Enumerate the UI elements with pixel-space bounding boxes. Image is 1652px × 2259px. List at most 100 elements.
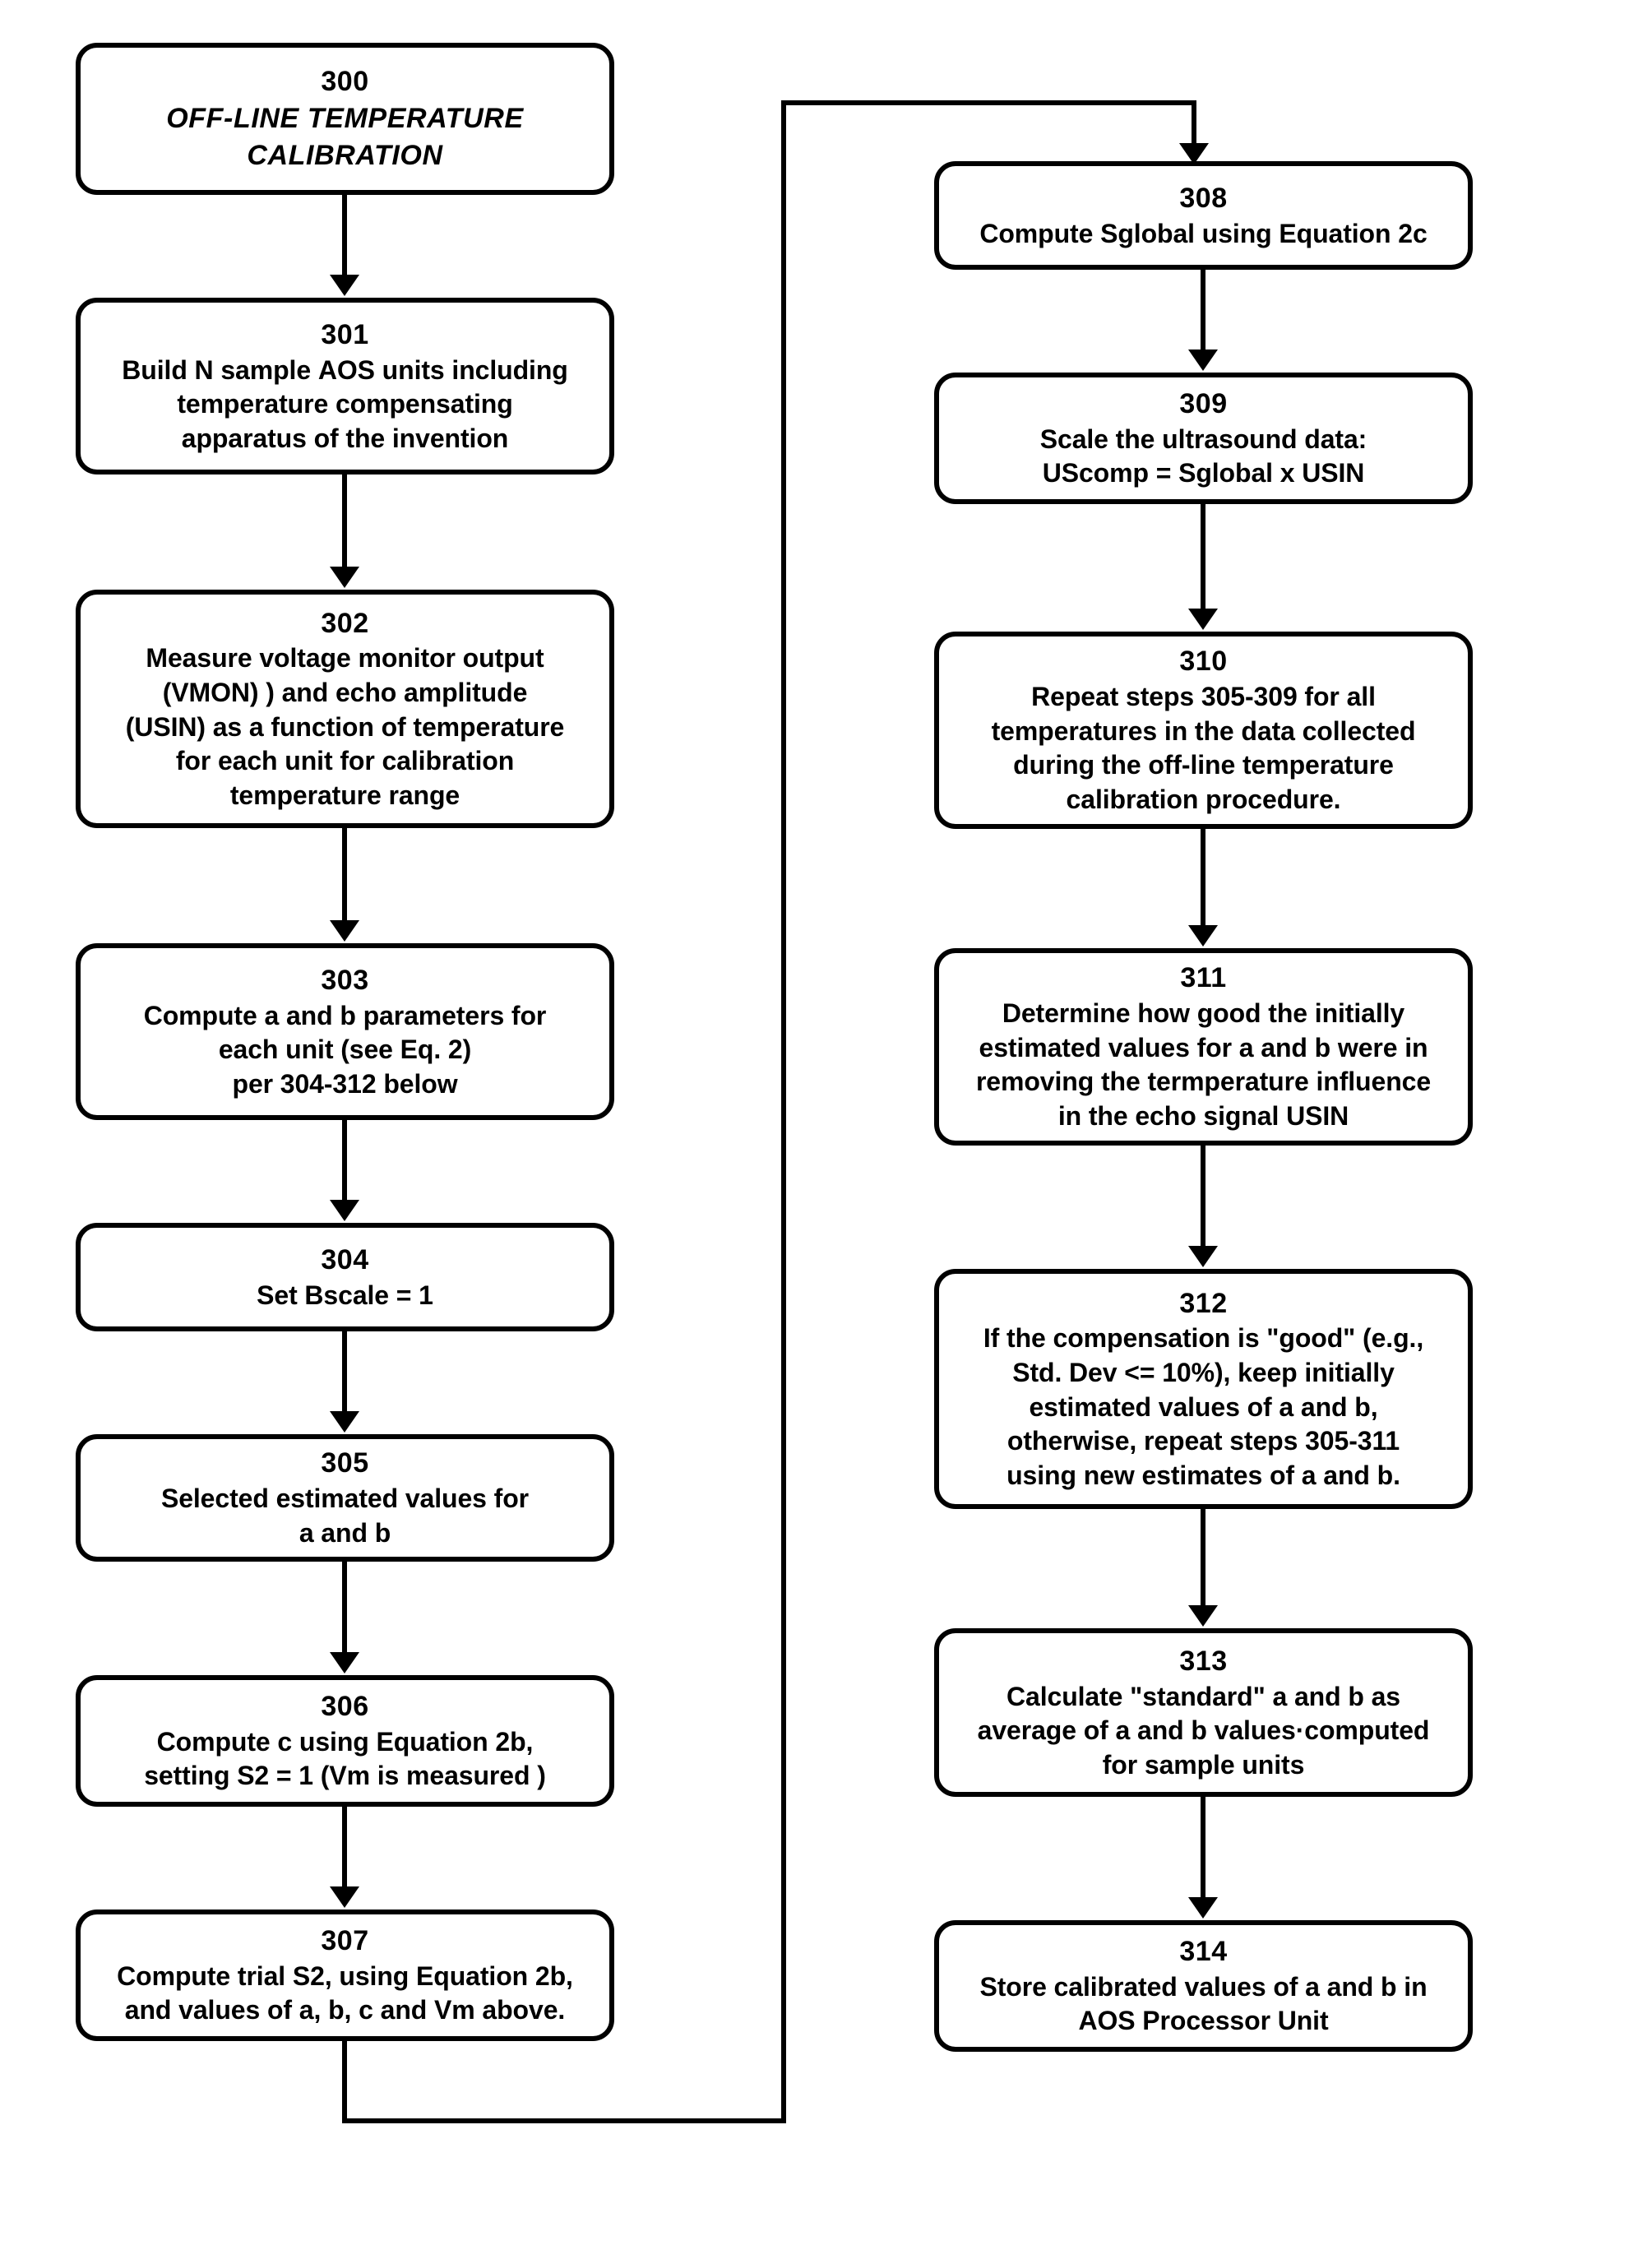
variable-token: b bbox=[1381, 1971, 1397, 2002]
variable-token: c bbox=[359, 1995, 373, 2025]
variable-token: Vm bbox=[434, 1995, 475, 2025]
flowchart-node-313[interactable]: 313 Calculate "standard" a and b as avera… bbox=[934, 1628, 1473, 1797]
edge-301-to-302-line bbox=[342, 474, 347, 573]
node-310-text: Repeat steps 305-309 for all temperatures… bbox=[991, 682, 1416, 815]
variable-token: b bbox=[374, 1517, 391, 1548]
flowchart-node-308[interactable]: 308 Compute Sglobal using Equation 2c bbox=[934, 161, 1473, 270]
edge-304-to-305-arrow bbox=[330, 1411, 359, 1433]
edge-310-to-311-arrow bbox=[1188, 925, 1218, 947]
flowchart-node-309[interactable]: 309 Scale the ultrasound data: UScomp = … bbox=[934, 373, 1473, 504]
node-310-number: 310 bbox=[1179, 646, 1228, 678]
flowchart-node-305[interactable]: 305 Selected estimated values for a and b bbox=[76, 1434, 614, 1562]
variable-token: USIN bbox=[134, 711, 197, 742]
edge-307-to-308-seg-enter bbox=[1192, 100, 1196, 150]
variable-token: a bbox=[1301, 1460, 1317, 1490]
edge-307-to-308-seg-right-top bbox=[781, 100, 1196, 105]
edge-304-to-305-line bbox=[342, 1331, 347, 1418]
variable-token: USIN bbox=[1286, 1101, 1349, 1132]
node-307-text: Compute trial S2, using Equation 2b, and … bbox=[117, 1960, 573, 2025]
edge-308-to-309-line bbox=[1201, 270, 1205, 356]
node-302-number: 302 bbox=[321, 607, 369, 639]
edge-307-to-308-seg-up bbox=[781, 100, 786, 2123]
variable-token: b bbox=[328, 1995, 345, 2025]
edge-312-to-313-arrow bbox=[1188, 1605, 1218, 1627]
edge-313-to-314-arrow bbox=[1188, 1897, 1218, 1919]
node-309-number: 309 bbox=[1179, 387, 1228, 419]
variable-token: c bbox=[1412, 218, 1428, 248]
flowchart-node-312[interactable]: 312 If the compensation is "good" (e.g.,… bbox=[934, 1269, 1473, 1509]
edge-309-to-310-line bbox=[1201, 504, 1205, 615]
flowchart-node-314[interactable]: 314 Store calibrated values of a and b i… bbox=[934, 1920, 1473, 2052]
edge-303-to-304-arrow bbox=[330, 1200, 359, 1221]
edge-312-to-313-line bbox=[1201, 1509, 1205, 1612]
node-301-text: Build N sample AOS units including temper… bbox=[122, 354, 568, 453]
flowchart-node-306[interactable]: 306 Compute c using Equation 2b, setting … bbox=[76, 1675, 614, 1807]
node-312-number: 312 bbox=[1179, 1287, 1228, 1319]
variable-token: b bbox=[1191, 1715, 1207, 1746]
variable-token: b bbox=[1348, 1681, 1364, 1711]
flowchart-node-301[interactable]: 301 Build N sample AOS units including te… bbox=[76, 298, 614, 474]
node-307-number: 307 bbox=[321, 1924, 369, 1956]
node-314-number: 314 bbox=[1179, 1935, 1228, 1967]
variable-token: S2 bbox=[237, 1761, 270, 1791]
flowchart-node-304[interactable]: 304 Set Bscale = 1 bbox=[76, 1223, 614, 1331]
variable-token: a bbox=[1238, 1032, 1254, 1062]
node-314-text: Store calibrated values of a and b in AOS… bbox=[979, 1971, 1428, 2036]
variable-token: S2 bbox=[292, 1960, 325, 1991]
node-311-text: Determine how good the initially estimate… bbox=[975, 998, 1432, 1132]
edge-311-to-312-line bbox=[1201, 1146, 1205, 1252]
node-306-text: Compute c using Equation 2b, setting S2 =… bbox=[144, 1726, 546, 1791]
variable-token: AOS bbox=[1078, 2006, 1136, 2036]
variable-token: a bbox=[1279, 1391, 1294, 1422]
edge-302-to-303-arrow bbox=[330, 920, 359, 942]
node-305-number: 305 bbox=[321, 1447, 369, 1479]
edge-300-to-301-arrow bbox=[330, 275, 359, 296]
flowchart-node-300[interactable]: 300 OFF-LINE TEMPERATURE CALIBRATION bbox=[76, 43, 614, 195]
edge-305-to-306-arrow bbox=[330, 1652, 359, 1673]
node-302-text: Measure voltage monitor output (VMON) ) a… bbox=[125, 643, 565, 810]
edge-306-to-307-line bbox=[342, 1807, 347, 1893]
edge-302-to-303-line bbox=[342, 828, 347, 927]
edge-310-to-311-line bbox=[1201, 829, 1205, 932]
edge-301-to-302-arrow bbox=[330, 567, 359, 588]
variable-token: a bbox=[1115, 1715, 1131, 1746]
variable-token: a bbox=[248, 711, 264, 742]
variable-token: b bbox=[1377, 1460, 1394, 1490]
flowchart-canvas: 300 OFF-LINE TEMPERATURE CALIBRATION 301… bbox=[0, 0, 1652, 2259]
variable-token: b bbox=[549, 1960, 567, 1991]
variable-token: c bbox=[277, 1726, 293, 1757]
flowchart-node-310[interactable]: 310 Repeat steps 305-309 for all temperat… bbox=[934, 632, 1473, 829]
variable-token: AOS bbox=[317, 354, 375, 385]
edge-307-to-308-seg-down bbox=[342, 2041, 347, 2123]
edge-309-to-310-arrow bbox=[1188, 609, 1218, 630]
edge-307-to-308-seg-right-bottom bbox=[342, 2118, 786, 2123]
variable-token: Sglobal bbox=[1100, 218, 1195, 248]
flowchart-node-307[interactable]: 307 Compute trial S2, using Equation 2b,… bbox=[76, 1910, 614, 2041]
node-304-number: 304 bbox=[321, 1243, 369, 1275]
flowchart-node-302[interactable]: 302 Measure voltage monitor output (VMON)… bbox=[76, 590, 614, 828]
variable-token: b bbox=[510, 1726, 526, 1757]
node-308-text: Compute Sglobal using Equation 2c bbox=[979, 218, 1428, 248]
flowchart-node-303[interactable]: 303 Compute a and b parameters for each u… bbox=[76, 943, 614, 1120]
variable-token: VMON bbox=[171, 678, 250, 708]
node-306-number: 306 bbox=[321, 1690, 369, 1722]
node-312-text: If the compensation is "good" (e.g., Std.… bbox=[983, 1323, 1424, 1490]
node-309-text: Scale the ultrasound data: UScomp = Sglo… bbox=[1039, 424, 1367, 488]
variable-token: b bbox=[1314, 1032, 1331, 1062]
edge-308-to-309-arrow bbox=[1188, 349, 1218, 371]
node-303-text: Compute a and b parameters for each unit … bbox=[143, 1000, 547, 1099]
node-300-number: 300 bbox=[321, 66, 369, 98]
node-303-number: 303 bbox=[321, 964, 369, 996]
node-313-number: 313 bbox=[1179, 1645, 1228, 1677]
node-301-number: 301 bbox=[321, 318, 369, 350]
flowchart-node-311[interactable]: 311 Determine how good the initially esti… bbox=[934, 948, 1473, 1146]
edge-303-to-304-line bbox=[342, 1120, 347, 1206]
variable-token: b bbox=[340, 1000, 356, 1030]
node-311-number: 311 bbox=[1180, 962, 1227, 994]
variable-token: a bbox=[298, 1995, 314, 2025]
variable-token: b bbox=[1354, 1391, 1371, 1422]
edge-313-to-314-line bbox=[1201, 1797, 1205, 1904]
edge-300-to-301-line bbox=[342, 195, 347, 281]
variable-token: a bbox=[1272, 1681, 1288, 1711]
variable-token: a bbox=[1305, 1971, 1320, 2002]
